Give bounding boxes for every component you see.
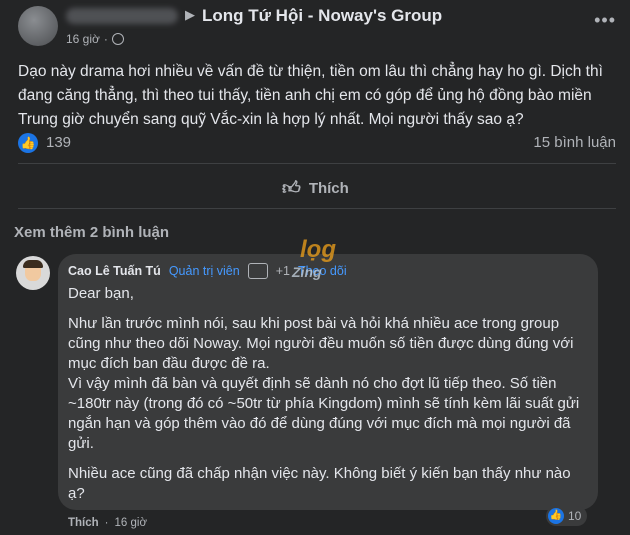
avatar-hair [23, 260, 43, 268]
thumbs-up-icon: 👍︎ [282, 178, 301, 198]
comment-like-action[interactable]: Thích [68, 517, 99, 529]
comment-count-link[interactable]: 15 bình luận [533, 134, 616, 151]
comment-paragraph: Như lần trước mình nói, sau khi post bài… [68, 315, 580, 452]
post-text: Dạo này drama hơi nhiều về vấn đề từ thi… [18, 63, 603, 128]
comment-body: Dear bạn, Như lần trước mình nói, sau kh… [68, 284, 588, 514]
like-button[interactable]: 👍︎ Thích [282, 177, 349, 199]
view-more-comments-link[interactable]: Xem thêm 2 bình luận [14, 224, 169, 241]
watermark-logo: lọg Zing [262, 234, 368, 296]
separator-dot: · [104, 517, 109, 529]
comment-reactions[interactable]: 👍 10 [546, 506, 588, 526]
comment-reaction-count: 10 [568, 509, 582, 523]
more-options-icon[interactable]: ••• [594, 10, 616, 31]
divider [18, 208, 616, 209]
like-reaction-icon[interactable]: 👍 [18, 133, 38, 153]
caret-right-icon: ▶ [185, 7, 195, 22]
post-stats: 👍 139 15 bình luận [18, 132, 616, 154]
poster-avatar[interactable] [18, 6, 58, 46]
post-header: ▶ Long Tứ Hội - Noway's Group 16 giờ · [18, 6, 620, 50]
blurred-author-name [66, 8, 178, 24]
comment-footer: Thích · 16 giờ [68, 517, 147, 529]
watermark-line1: lọg [300, 236, 336, 263]
commenter-name[interactable]: Cao Lê Tuấn Tú [68, 264, 161, 278]
divider [18, 163, 616, 164]
group-name-link[interactable]: Long Tứ Hội - Noway's Group [202, 6, 442, 26]
post-time[interactable]: 16 giờ [66, 32, 100, 46]
commenter-avatar[interactable] [16, 256, 50, 290]
like-count[interactable]: 139 [46, 134, 71, 151]
watermark-line2: Zing [292, 264, 322, 280]
admin-role-label: Quản trị viên [168, 264, 240, 278]
like-button-label: Thích [308, 179, 349, 197]
separator-dot: · [103, 32, 108, 46]
globe-icon [111, 33, 124, 45]
like-reaction-icon: 👍 [548, 508, 564, 524]
comment-paragraph: Nhiều ace cũng đã chấp nhận việc này. Kh… [68, 465, 571, 502]
comment-time[interactable]: 16 giờ [115, 517, 147, 529]
post-meta: 16 giờ · [66, 32, 124, 46]
